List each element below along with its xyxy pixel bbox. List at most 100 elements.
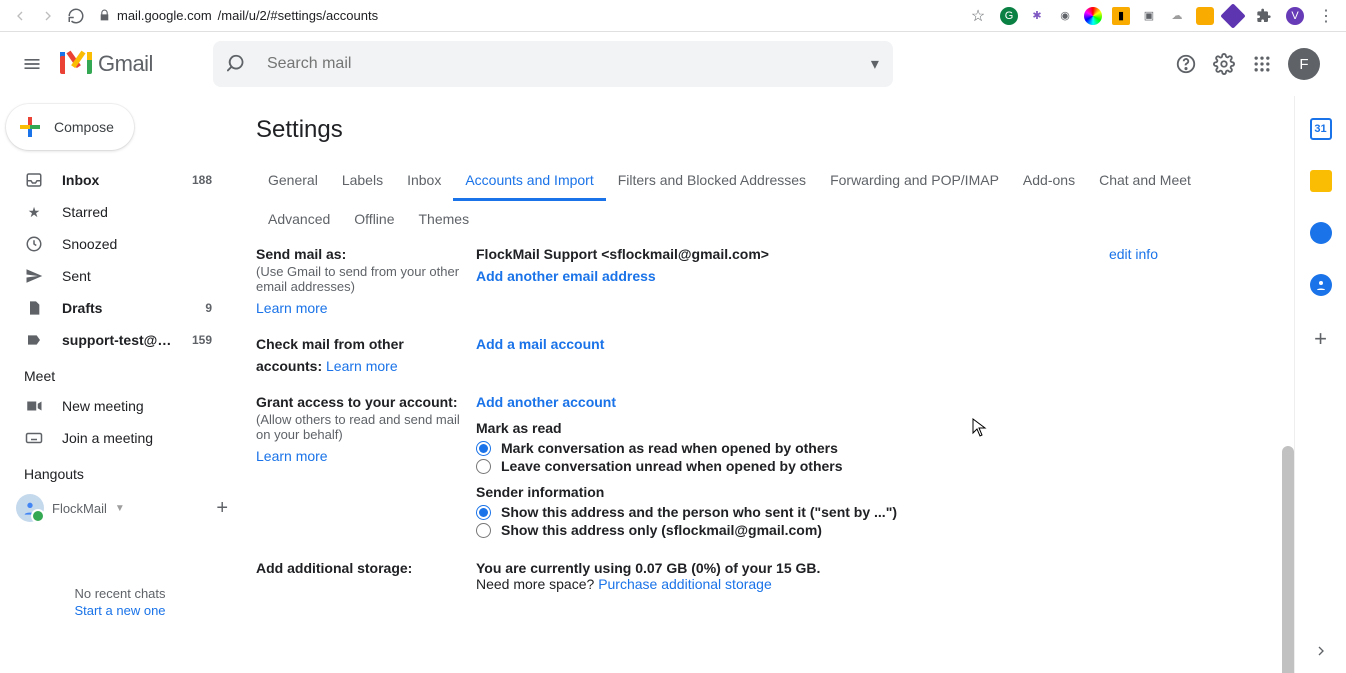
- hangouts-new-button[interactable]: +: [216, 497, 228, 520]
- sidebar-count: 9: [205, 301, 212, 315]
- learn-more-link[interactable]: Learn more: [256, 300, 328, 316]
- url-path: /mail/u/2/#settings/accounts: [218, 8, 378, 23]
- learn-more-link[interactable]: Learn more: [256, 448, 328, 464]
- search-bar[interactable]: ▾: [213, 41, 893, 87]
- sender-option-1[interactable]: Show this address and the person who sen…: [476, 504, 1278, 520]
- radio-input[interactable]: [476, 459, 491, 474]
- url-host: mail.google.com: [117, 8, 212, 23]
- app-header: Gmail ▾ F: [0, 32, 1346, 96]
- sidebar: Compose Inbox 188 ★ Starred Snoozed Sent…: [0, 96, 240, 673]
- sender-option-2[interactable]: Show this address only (sflockmail@gmail…: [476, 522, 1278, 538]
- sidebar-item-snoozed[interactable]: Snoozed: [0, 228, 230, 260]
- compose-label: Compose: [54, 119, 114, 135]
- mark-read-header: Mark as read: [476, 420, 1278, 436]
- search-options-caret-icon[interactable]: ▾: [871, 54, 879, 74]
- purchase-storage-link[interactable]: Purchase additional storage: [598, 576, 772, 592]
- tab-labels[interactable]: Labels: [330, 162, 395, 201]
- profile-badge[interactable]: V: [1286, 7, 1304, 25]
- tab-inbox[interactable]: Inbox: [395, 162, 453, 201]
- nav-forward-button[interactable]: [36, 4, 60, 28]
- grant-heading: Grant access to your account:: [256, 394, 458, 410]
- sidebar-label: New meeting: [62, 398, 212, 414]
- ext-icon[interactable]: ◉: [1056, 7, 1074, 25]
- mark-read-option-2[interactable]: Leave conversation unread when opened by…: [476, 458, 1278, 474]
- tab-offline[interactable]: Offline: [342, 201, 406, 237]
- sidebar-label: support-test@tita...: [62, 332, 174, 348]
- gmail-logo[interactable]: Gmail: [60, 51, 153, 77]
- grant-sub: (Allow others to read and send mail on y…: [256, 412, 466, 442]
- sidebar-label: Sent: [62, 268, 212, 284]
- extension-row: ☆ G ✱ ◉ ▮ ▣ ☁ V ⋮: [966, 4, 1338, 28]
- hangouts-user-row[interactable]: FlockMail ▼ +: [0, 488, 240, 528]
- compose-button[interactable]: Compose: [6, 104, 134, 150]
- search-input[interactable]: [267, 55, 871, 73]
- ext-icon[interactable]: ☁: [1168, 7, 1186, 25]
- sidebar-item-label[interactable]: support-test@tita... 159: [0, 324, 230, 356]
- address-bar[interactable]: mail.google.com/mail/u/2/#settings/accou…: [98, 8, 378, 23]
- compose-plus-icon: [20, 117, 40, 137]
- add-another-account-link[interactable]: Add another account: [476, 394, 616, 410]
- tab-general[interactable]: General: [256, 162, 330, 201]
- ext-icon[interactable]: [1196, 7, 1214, 25]
- meet-section-header: Meet: [0, 356, 240, 390]
- extensions-icon[interactable]: [1252, 4, 1276, 28]
- calendar-addon-icon[interactable]: 31: [1310, 118, 1332, 140]
- sidebar-item-sent[interactable]: Sent: [0, 260, 230, 292]
- ext-icon[interactable]: [1084, 7, 1102, 25]
- add-email-link[interactable]: Add another email address: [476, 268, 656, 284]
- account-avatar[interactable]: F: [1288, 48, 1320, 80]
- tab-chat-and-meet[interactable]: Chat and Meet: [1087, 162, 1203, 201]
- nav-back-button[interactable]: [8, 4, 32, 28]
- side-panel: 31 +: [1294, 96, 1346, 673]
- gmail-wordmark: Gmail: [98, 51, 153, 77]
- sidebar-item-inbox[interactable]: Inbox 188: [0, 164, 230, 196]
- mark-read-option-1[interactable]: Mark conversation as read when opened by…: [476, 440, 1278, 456]
- tab-themes[interactable]: Themes: [407, 201, 482, 237]
- hangouts-empty-text: No recent chats Start a new one: [0, 586, 240, 618]
- radio-input[interactable]: [476, 441, 491, 456]
- keyboard-icon: [24, 429, 44, 447]
- ext-icon[interactable]: G: [1000, 7, 1018, 25]
- sidebar-item-drafts[interactable]: Drafts 9: [0, 292, 230, 324]
- menu-button[interactable]: [8, 40, 56, 88]
- apps-grid-icon[interactable]: [1250, 52, 1274, 76]
- sidebar-item-join-meeting[interactable]: Join a meeting: [0, 422, 230, 454]
- sidebar-item-new-meeting[interactable]: New meeting: [0, 390, 230, 422]
- tab-forwarding-and-pop-imap[interactable]: Forwarding and POP/IMAP: [818, 162, 1011, 201]
- add-mail-account-link[interactable]: Add a mail account: [476, 336, 604, 352]
- sidebar-item-starred[interactable]: ★ Starred: [0, 196, 230, 228]
- scrollbar[interactable]: [1282, 446, 1294, 673]
- tab-add-ons[interactable]: Add-ons: [1011, 162, 1087, 201]
- learn-more-link[interactable]: Learn more: [326, 358, 398, 374]
- tab-accounts-and-import[interactable]: Accounts and Import: [453, 162, 605, 201]
- edit-info-link[interactable]: edit info: [1109, 246, 1158, 262]
- browser-menu-icon[interactable]: ⋮: [1314, 4, 1338, 28]
- storage-heading: Add additional storage:: [256, 560, 412, 576]
- ext-icon[interactable]: ▣: [1140, 7, 1158, 25]
- video-icon: [24, 397, 44, 415]
- ext-icon[interactable]: [1220, 3, 1245, 28]
- radio-input[interactable]: [476, 505, 491, 520]
- send-icon: [24, 267, 44, 285]
- add-addon-button[interactable]: +: [1314, 326, 1327, 352]
- radio-input[interactable]: [476, 523, 491, 538]
- tab-advanced[interactable]: Advanced: [256, 201, 342, 237]
- keep-addon-icon[interactable]: [1310, 170, 1332, 192]
- sidebar-label: Join a meeting: [62, 430, 212, 446]
- ext-icon[interactable]: ▮: [1112, 7, 1130, 25]
- star-icon[interactable]: ☆: [966, 4, 990, 28]
- contacts-addon-icon[interactable]: [1310, 274, 1332, 296]
- tasks-addon-icon[interactable]: [1310, 222, 1332, 244]
- support-icon[interactable]: [1174, 52, 1198, 76]
- collapse-panel-button[interactable]: [1313, 643, 1329, 659]
- settings-content: Settings GeneralLabelsInboxAccounts and …: [240, 96, 1294, 673]
- send-as-sub: (Use Gmail to send from your other email…: [256, 264, 466, 294]
- caret-down-icon[interactable]: ▼: [115, 503, 125, 514]
- ext-icon[interactable]: ✱: [1028, 7, 1046, 25]
- settings-gear-icon[interactable]: [1212, 52, 1236, 76]
- tab-filters-and-blocked-addresses[interactable]: Filters and Blocked Addresses: [606, 162, 818, 201]
- hangouts-start-link[interactable]: Start a new one: [0, 603, 240, 618]
- gmail-m-icon: [60, 52, 92, 76]
- reload-button[interactable]: [64, 4, 88, 28]
- hangouts-avatar-icon: [16, 494, 44, 522]
